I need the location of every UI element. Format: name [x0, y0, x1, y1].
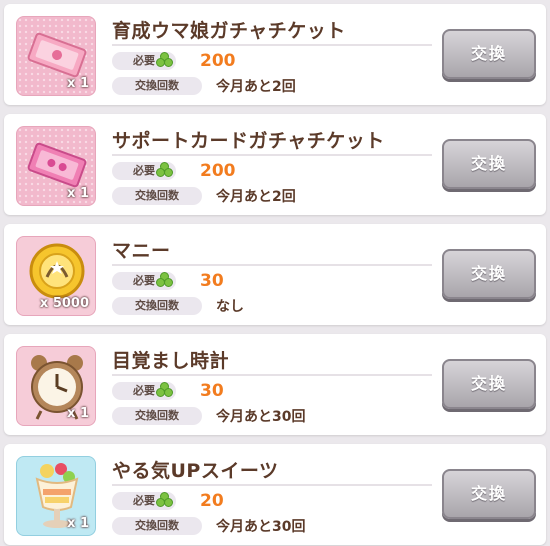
exchange-item: x 1 やる気UPスイーツ 必要 20 交換回数 今月あと30回 交換 [4, 444, 546, 545]
count-value: なし [216, 299, 244, 315]
count-row: 交換回数 今月あと2回 [112, 77, 296, 95]
count-row: 交換回数 なし [112, 297, 244, 315]
count-label: 交換回数 [112, 77, 202, 95]
cost-row: 必要 30 [112, 271, 224, 291]
divider [112, 374, 432, 376]
clover-icon [156, 272, 174, 290]
count-value: 今月あと30回 [216, 409, 306, 425]
divider [112, 44, 432, 46]
exchange-item: x 1 育成ウマ娘ガチャチケット 必要 200 交換回数 今月あと2回 交換 [4, 4, 546, 105]
divider [112, 154, 432, 156]
clover-icon [156, 492, 174, 510]
cost-value: 200 [200, 51, 236, 71]
parfait-icon: x 1 [16, 456, 96, 536]
count-value: 今月あと2回 [216, 79, 296, 95]
item-name: マニー [112, 240, 171, 262]
divider [112, 484, 432, 486]
item-quantity: x 1 [67, 516, 89, 531]
exchange-list: x 1 育成ウマ娘ガチャチケット 必要 200 交換回数 今月あと2回 交換 x… [0, 0, 550, 546]
count-row: 交換回数 今月あと30回 [112, 407, 305, 425]
item-quantity: x 1 [67, 406, 89, 421]
cost-value: 200 [200, 161, 236, 181]
item-quantity: x 1 [67, 186, 89, 201]
exchange-item: x 1 サポートカードガチャチケット 必要 200 交換回数 今月あと2回 交換 [4, 114, 546, 215]
exchange-button[interactable]: 交換 [442, 139, 536, 189]
count-label: 交換回数 [112, 407, 202, 425]
cost-value: 30 [200, 271, 224, 291]
count-label: 交換回数 [112, 297, 202, 315]
ticket-magenta-icon: x 1 [16, 126, 96, 206]
item-name: 目覚まし時計 [112, 350, 230, 372]
count-label: 交換回数 [112, 187, 202, 205]
ticket-pink-icon: x 1 [16, 16, 96, 96]
clover-icon [156, 382, 174, 400]
item-quantity: x 1 [67, 76, 89, 91]
cost-row: 必要 30 [112, 381, 224, 401]
item-name: 育成ウマ娘ガチャチケット [112, 20, 346, 42]
count-value: 今月あと2回 [216, 189, 296, 205]
coin-icon: x 5000 [16, 236, 96, 316]
cost-value: 30 [200, 381, 224, 401]
count-row: 交換回数 今月あと2回 [112, 187, 296, 205]
clover-icon [156, 162, 174, 180]
exchange-item: x 5000 マニー 必要 30 交換回数 なし 交換 [4, 224, 546, 325]
cost-value: 20 [200, 491, 224, 511]
cost-row: 必要 200 [112, 51, 236, 71]
count-row: 交換回数 今月あと30回 [112, 517, 305, 535]
count-label: 交換回数 [112, 517, 202, 535]
count-value: 今月あと30回 [216, 519, 306, 535]
cost-row: 必要 200 [112, 161, 236, 181]
exchange-button[interactable]: 交換 [442, 359, 536, 409]
divider [112, 264, 432, 266]
item-name: サポートカードガチャチケット [112, 130, 385, 152]
exchange-button[interactable]: 交換 [442, 249, 536, 299]
clover-icon [156, 52, 174, 70]
exchange-button[interactable]: 交換 [442, 29, 536, 79]
item-quantity: x 5000 [39, 296, 89, 311]
exchange-item: x 1 目覚まし時計 必要 30 交換回数 今月あと30回 交換 [4, 334, 546, 435]
item-name: やる気UPスイーツ [112, 460, 279, 482]
cost-row: 必要 20 [112, 491, 224, 511]
alarm-clock-icon: x 1 [16, 346, 96, 426]
exchange-button[interactable]: 交換 [442, 469, 536, 519]
